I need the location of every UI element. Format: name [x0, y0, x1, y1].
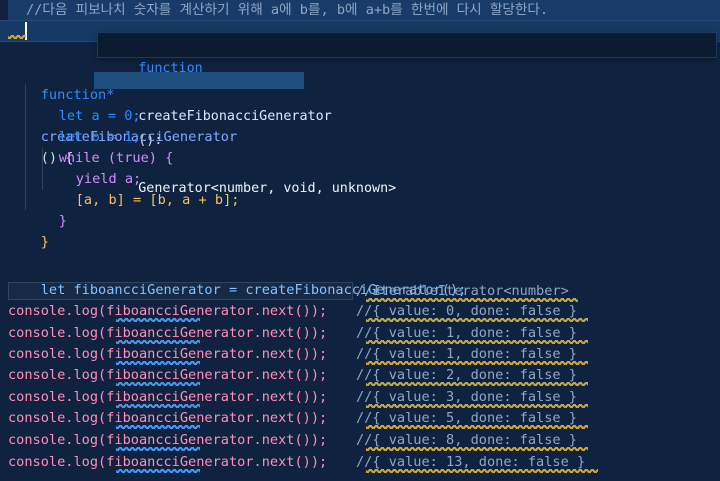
code-line-while: while (true) {	[26, 127, 174, 166]
close-inner-brace: }	[58, 213, 67, 229]
log-comment-squiggle-1	[366, 318, 588, 322]
log-comment-squiggle-4	[366, 382, 588, 386]
log-squiggle-8	[116, 469, 200, 473]
log-squiggle-4	[116, 382, 200, 386]
log-squiggle-1	[116, 318, 200, 322]
code-line-destructure: [a, b] = [b, a + b];	[43, 169, 240, 208]
code-line-let-a: let a = 0;	[26, 85, 141, 124]
code-line-yield: yield a;	[43, 148, 141, 187]
code-line-let-b: let b = 1;	[26, 106, 141, 145]
code-line-assign: let fiboancciGenerator = createFibonacci…	[8, 259, 467, 298]
close-outer-brace: }	[40, 234, 49, 250]
warning-squiggle	[8, 35, 26, 39]
destructure-line: [a, b] = [b, a + b];	[75, 192, 240, 208]
log-squiggle-7	[116, 447, 200, 451]
log-squiggle-6	[116, 425, 200, 429]
log-comment-squiggle-6	[366, 425, 588, 429]
code-line-close-inner: }	[26, 190, 67, 229]
code-line-close-outer: }	[8, 211, 49, 250]
hover-tooltip: function createFibonacciGenerator (): Ge…	[97, 32, 717, 196]
code-editor[interactable]: //다음 피보나치 숫자를 계산하기 위해 a에 b를, b에 a+b를 한번에…	[0, 0, 720, 481]
header-comment: //다음 피보나치 숫자를 계산하기 위해 a에 b를, b에 a+b를 한번에…	[26, 2, 549, 18]
iterator-comment-box	[8, 282, 353, 300]
log-comment-squiggle-8	[366, 469, 598, 473]
code-line-function: function* createFibonacciGenerator () {	[8, 64, 237, 166]
log-comment-squiggle-7	[366, 447, 588, 451]
tooltip-function-name: createFibonacciGenerator	[138, 109, 332, 124]
